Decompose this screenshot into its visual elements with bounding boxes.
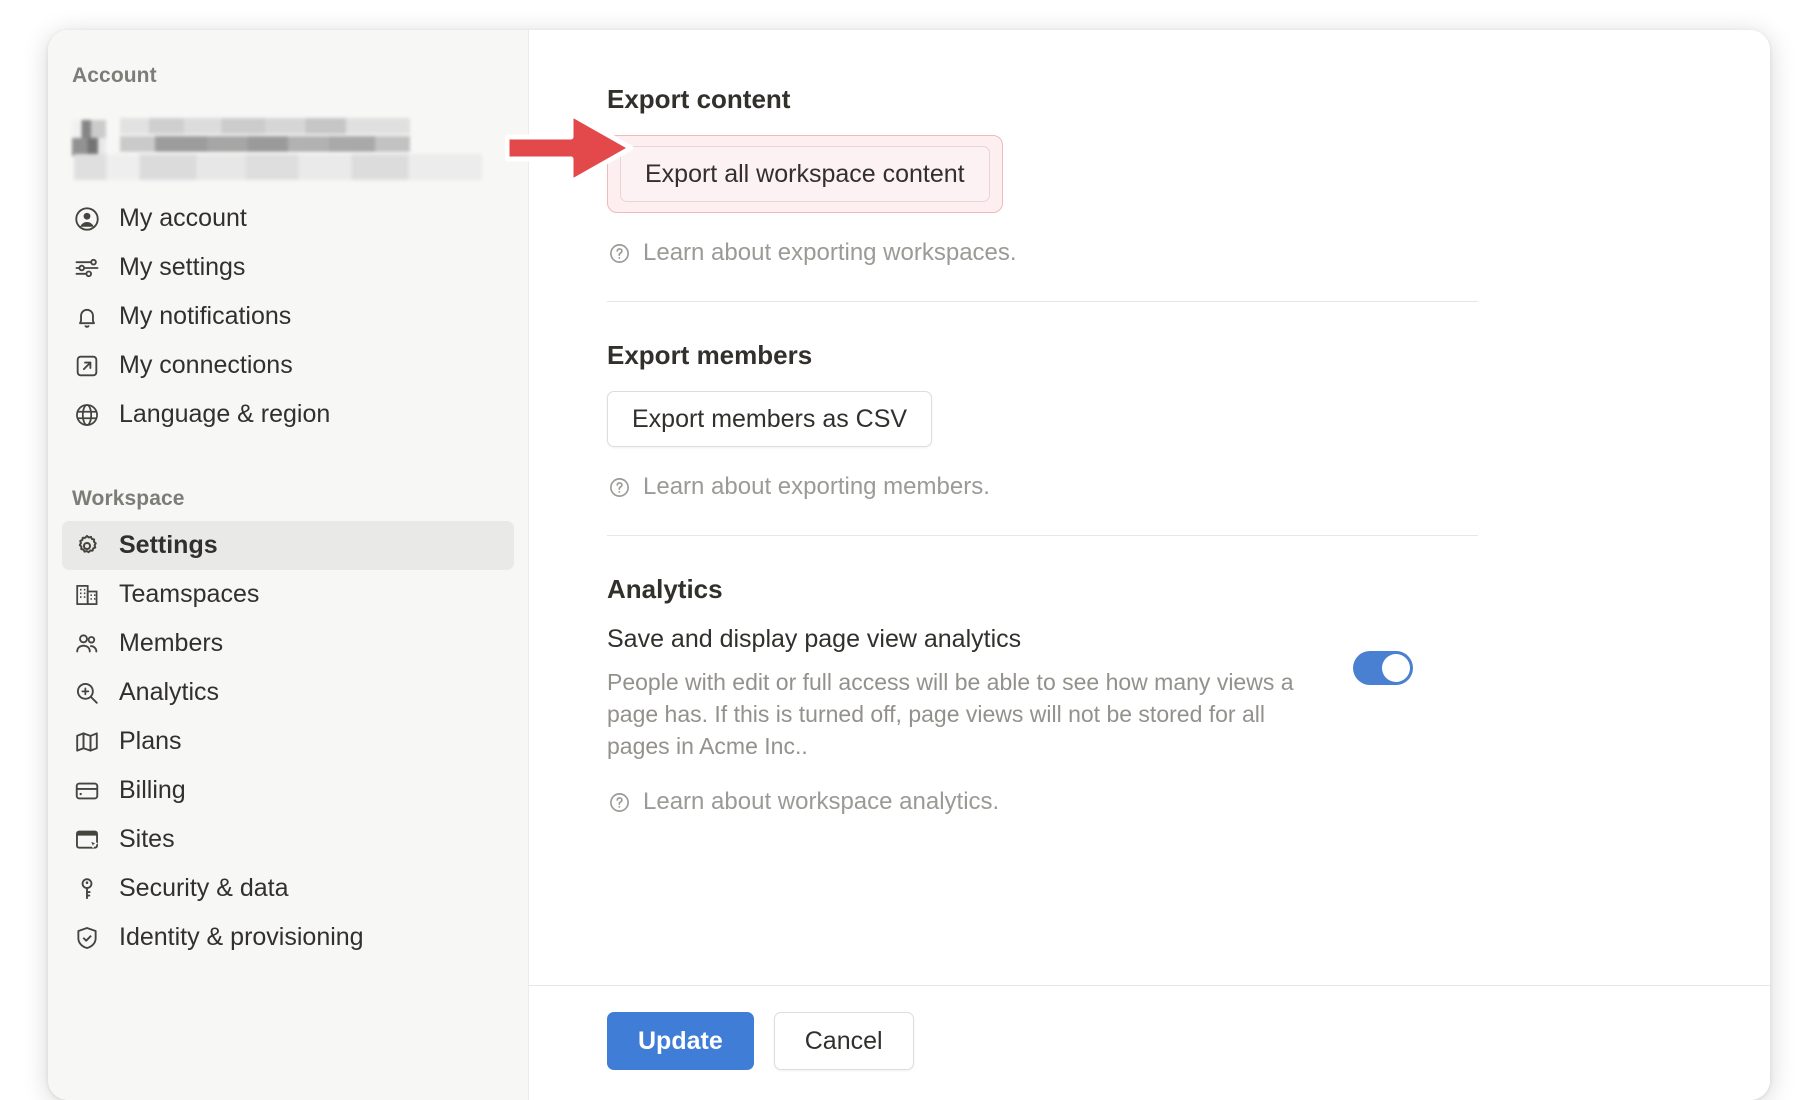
- settings-content-body: Export content Export all workspace cont…: [529, 30, 1770, 985]
- external-link-icon: [72, 351, 102, 381]
- section-divider: [607, 535, 1478, 536]
- bell-icon: [72, 302, 102, 332]
- sidebar-item-label: Teamspaces: [119, 580, 260, 608]
- sidebar-item-billing[interactable]: Billing: [62, 766, 514, 815]
- toggle-knob: [1382, 654, 1410, 682]
- page-view-analytics-toggle[interactable]: [1353, 651, 1413, 685]
- sidebar-item-sites[interactable]: Sites: [62, 815, 514, 864]
- user-circle-icon: [72, 204, 102, 234]
- settings-content: Export content Export all workspace cont…: [529, 30, 1770, 1100]
- sidebar-item-settings[interactable]: Settings: [62, 521, 514, 570]
- sidebar-item-my-account[interactable]: My account: [62, 194, 514, 243]
- settings-window: Account My account My settings My notifi…: [48, 30, 1770, 1100]
- sidebar-item-plans[interactable]: Plans: [62, 717, 514, 766]
- export-members-as-csv-button[interactable]: Export members as CSV: [607, 391, 933, 447]
- sidebar-item-language-region[interactable]: Language & region: [62, 390, 514, 439]
- question-circle-icon: [607, 241, 631, 265]
- account-name-redacted: [120, 118, 410, 152]
- export-content-title: Export content: [607, 84, 791, 114]
- sidebar-item-label: Language & region: [119, 400, 331, 428]
- gear-icon: [72, 531, 102, 561]
- sidebar-item-my-settings[interactable]: My settings: [62, 243, 514, 292]
- sidebar-item-security-data[interactable]: Security & data: [62, 864, 514, 913]
- people-icon: [72, 629, 102, 659]
- sidebar-item-my-notifications[interactable]: My notifications: [62, 292, 514, 341]
- learn-link-label: Learn about exporting workspaces.: [643, 239, 1017, 266]
- update-button[interactable]: Update: [607, 1012, 754, 1070]
- export-members-section: Export members Export members as CSV Lea…: [607, 340, 1770, 501]
- sidebar-item-analytics[interactable]: Analytics: [62, 668, 514, 717]
- account-email-redacted: [74, 154, 482, 180]
- sidebar-section-workspace: Workspace: [72, 487, 185, 510]
- export-content-highlight: Export all workspace content: [607, 135, 1003, 213]
- sidebar-item-members[interactable]: Members: [62, 619, 514, 668]
- analytics-section: Analytics Save and display page view ana…: [607, 574, 1770, 816]
- magnifier-plus-icon: [72, 678, 102, 708]
- sidebar-item-label: My settings: [119, 253, 246, 281]
- analytics-title: Analytics: [607, 574, 723, 604]
- analytics-setting-description: People with edit or full access will be …: [607, 669, 1294, 759]
- sidebar-item-teamspaces[interactable]: Teamspaces: [62, 570, 514, 619]
- sliders-icon: [72, 253, 102, 283]
- analytics-setting-text: Save and display page view analytics Peo…: [607, 625, 1323, 762]
- cancel-button[interactable]: Cancel: [773, 1012, 914, 1070]
- sidebar-item-label: Sites: [119, 825, 175, 853]
- export-all-workspace-content-button[interactable]: Export all workspace content: [620, 146, 990, 202]
- key-icon: [72, 874, 102, 904]
- sidebar-item-label: Identity & provisioning: [119, 923, 364, 951]
- learn-link-label: Learn about exporting members.: [643, 473, 990, 500]
- avatar: [72, 120, 106, 156]
- learn-link-label: Learn about workspace analytics.: [643, 788, 1000, 815]
- sidebar-item-label: Members: [119, 629, 224, 657]
- browser-cursor-icon: [72, 825, 102, 855]
- sidebar-item-label: My account: [119, 204, 247, 232]
- map-icon: [72, 727, 102, 757]
- sidebar-item-label: Settings: [119, 531, 218, 559]
- sidebar-section-account: Account: [72, 64, 157, 87]
- question-circle-icon: [607, 475, 631, 499]
- learn-about-exporting-workspaces-link[interactable]: Learn about exporting workspaces.: [607, 239, 1770, 267]
- learn-about-exporting-members-link[interactable]: Learn about exporting members.: [607, 473, 1770, 501]
- section-divider: [607, 301, 1478, 302]
- credit-card-icon: [72, 776, 102, 806]
- analytics-setting-row: Save and display page view analytics Peo…: [607, 625, 1478, 762]
- settings-sidebar: Account My account My settings My notifi…: [48, 30, 529, 1100]
- settings-footer: Update Cancel: [529, 985, 1770, 1100]
- sidebar-item-label: Billing: [119, 776, 186, 804]
- sidebar-item-my-connections[interactable]: My connections: [62, 341, 514, 390]
- analytics-setting-title: Save and display page view analytics: [607, 625, 1022, 653]
- export-members-title: Export members: [607, 340, 813, 370]
- sidebar-item-label: My connections: [119, 351, 293, 379]
- sidebar-item-label: Plans: [119, 727, 182, 755]
- sidebar-item-identity-provisioning[interactable]: Identity & provisioning: [62, 913, 514, 962]
- sidebar-item-label: My notifications: [119, 302, 292, 330]
- question-circle-icon: [607, 790, 631, 814]
- shield-check-icon: [72, 923, 102, 953]
- sidebar-item-label: Analytics: [119, 678, 220, 706]
- globe-icon: [72, 400, 102, 430]
- building-icon: [72, 580, 102, 610]
- screenshot-root: Account My account My settings My notifi…: [0, 0, 1816, 1100]
- account-identity-redacted: [48, 102, 528, 180]
- learn-about-workspace-analytics-link[interactable]: Learn about workspace analytics.: [607, 788, 1770, 816]
- export-content-section: Export content Export all workspace cont…: [607, 84, 1770, 267]
- sidebar-item-label: Security & data: [119, 874, 289, 902]
